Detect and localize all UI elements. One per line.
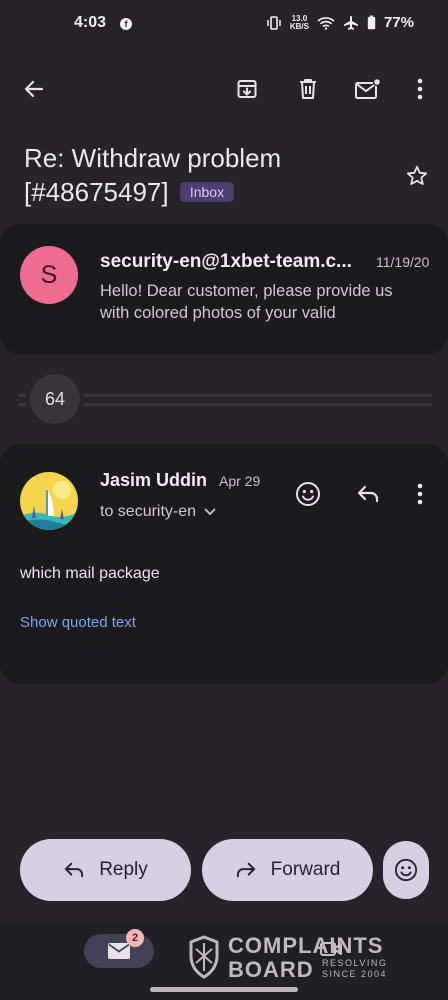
avatar[interactable]: S (20, 246, 78, 304)
chevron-down-icon (204, 508, 216, 516)
message-snippet: Hello! Dear customer, please provide us … (100, 282, 393, 322)
back-arrow-icon (24, 80, 44, 98)
battery-percent: 77% (383, 14, 414, 31)
unread-count-badge: 2 (126, 929, 144, 947)
email-subject: Re: Withdraw problem [#48675497] Inbox (24, 141, 384, 209)
avatar[interactable] (20, 472, 78, 530)
landmark-avatar-icon (20, 472, 78, 530)
collapsed-divider (84, 403, 432, 406)
reply-button[interactable] (350, 476, 386, 512)
vibrate-icon (267, 15, 281, 30)
archive-button[interactable] (229, 71, 265, 107)
network-speed: 13.0 KB/S (289, 13, 309, 31)
recipients-text: to security-en (100, 503, 197, 520)
message-date: Apr 29 (219, 473, 261, 489)
facebook-notification-icon: f (120, 18, 132, 30)
show-quoted-text-link[interactable]: Show quoted text (20, 614, 136, 631)
forward-action-button[interactable]: Forward (202, 839, 373, 901)
watermark-text: BOARD (228, 957, 314, 982)
emoji-icon (394, 858, 418, 882)
collapsed-divider (18, 403, 26, 406)
status-time: 4:03 (74, 14, 107, 31)
gesture-handle[interactable] (150, 987, 298, 992)
more-vert-icon (417, 78, 423, 100)
message-more-button[interactable] (402, 476, 438, 512)
watermark-tagline: RESOLVING SINCE 2004 (322, 958, 388, 979)
subject-text: Re: Withdraw problem [#48675497] (24, 143, 282, 207)
collapsed-divider (84, 394, 432, 397)
star-icon (406, 165, 428, 185)
mail-icon (108, 943, 130, 959)
wifi-icon (317, 16, 335, 30)
archive-icon (237, 80, 257, 98)
delete-button[interactable] (290, 71, 326, 107)
back-button[interactable] (16, 71, 52, 107)
mark-unread-icon (355, 77, 382, 99)
shield-icon (189, 935, 219, 979)
react-emoji-button[interactable] (383, 841, 429, 899)
watermark-logo (188, 935, 220, 979)
collapsed-messages-count[interactable]: 64 (30, 374, 80, 424)
delete-icon (300, 79, 316, 99)
sender-name: Jasim Uddin (100, 470, 208, 490)
collapsed-divider (18, 394, 26, 397)
reply-action-button[interactable]: Reply (20, 839, 191, 901)
reply-label: Reply (99, 859, 148, 880)
status-icons: 13.0 KB/S 77% (266, 14, 414, 31)
mark-unread-button[interactable] (350, 71, 386, 107)
forward-icon (236, 862, 255, 878)
reply-icon (65, 862, 84, 878)
more-options-button[interactable] (402, 71, 438, 107)
reply-icon (357, 485, 379, 503)
message-date: 11/19/20 (376, 254, 430, 270)
battery-icon (367, 15, 376, 30)
sender-name: security-en@1xbet-team.c... (100, 251, 352, 272)
add-reaction-button[interactable] (290, 476, 326, 512)
recipients-toggle[interactable]: to security-en (100, 503, 216, 521)
star-button[interactable] (399, 158, 435, 194)
inbox-label-chip[interactable]: Inbox (179, 182, 235, 202)
forward-label: Forward (270, 859, 341, 880)
airplane-icon (343, 15, 358, 30)
more-vert-icon (417, 483, 423, 505)
message-body: which mail package (20, 565, 160, 582)
watermark-text: COMPLAINTS (228, 933, 384, 958)
emoji-icon (296, 482, 320, 506)
